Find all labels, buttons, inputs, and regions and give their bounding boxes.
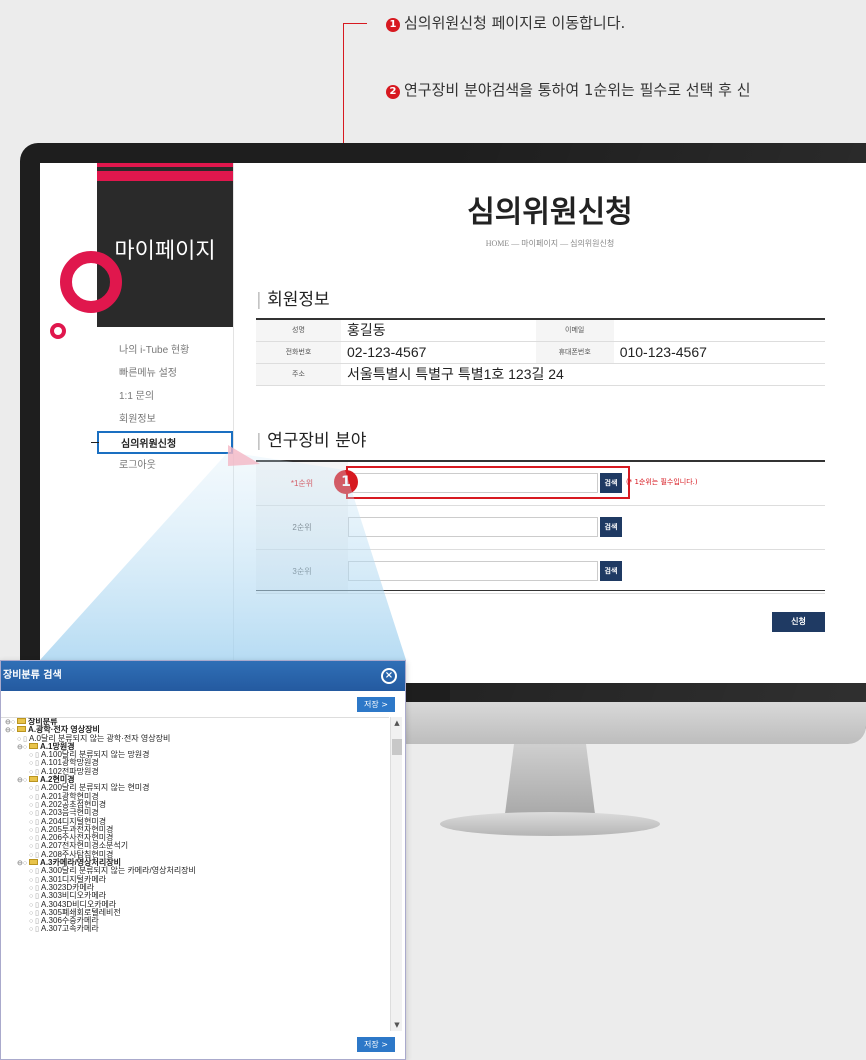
divider — [256, 590, 825, 591]
radio-icon[interactable]: ○ ▯ — [29, 827, 41, 834]
annotation-leader-tick — [343, 23, 367, 24]
sidebar-item-inquiry[interactable]: 1:1 문의 — [97, 385, 233, 408]
folder-icon — [17, 718, 27, 724]
monitor-base — [440, 812, 660, 836]
mypage-banner: 마이페이지 — [97, 163, 233, 327]
decorative-ring-small-icon — [50, 323, 66, 339]
address-label: 주소 — [256, 363, 341, 386]
mypage-title: 마이페이지 — [114, 239, 216, 264]
priority-row-2: 2순위 검색 — [256, 506, 825, 550]
radio-icon[interactable]: ○ ▯ — [29, 835, 41, 842]
close-icon[interactable]: × — [381, 668, 397, 684]
popup-title: 장비분류 검색 — [3, 670, 62, 681]
folder-toggle-icon[interactable]: ⊖○ — [5, 727, 17, 734]
breadcrumb: HOME — 마이페이지 — 심의위원신청 — [485, 239, 615, 248]
email-label: 이메일 — [535, 319, 614, 342]
sidebar-item-logout[interactable]: 로그아웃 — [97, 454, 233, 477]
radio-icon[interactable]: ○ ▯ — [29, 926, 41, 933]
folder-icon — [29, 742, 39, 749]
table-row: 주소 서울특별시 특별구 특별1호 123길 24 — [256, 363, 825, 386]
priority-2-label: 2순위 — [256, 506, 348, 549]
radio-icon[interactable]: ○ ▯ — [29, 918, 41, 925]
radio-icon[interactable]: ○ ▯ — [29, 819, 41, 826]
tree-leaf-item[interactable]: ○ ▯ A.307고속카메라 — [1, 924, 389, 934]
section-title-member: 회원정보 — [256, 285, 330, 310]
step-marker-badge: 1 — [334, 470, 358, 494]
sidebar-menu: 나의 i-Tube 현황 빠른메뉴 설정 1:1 문의 회원정보 심의위원신청 … — [91, 339, 233, 477]
highlight-box — [346, 466, 630, 499]
sidebar-item-itube-status[interactable]: 나의 i-Tube 현황 — [97, 339, 233, 362]
name-label: 성명 — [256, 319, 341, 342]
table-row: 전화번호 02-123-4567 휴대폰번호 010-123-4567 — [256, 341, 825, 364]
decorative-ring-icon — [60, 251, 122, 313]
scroll-thumb[interactable] — [392, 739, 402, 755]
radio-icon[interactable]: ○ ▯ — [29, 893, 41, 900]
sidebar-item-member-info[interactable]: 회원정보 — [97, 408, 233, 431]
folder-icon — [17, 726, 27, 733]
radio-icon[interactable]: ○ ▯ — [29, 910, 41, 917]
radio-icon[interactable]: ○ ▯ — [29, 810, 41, 817]
instruction-text: 심의위원신청 페이지로 이동합니다. — [404, 14, 626, 32]
priority-2-input[interactable] — [348, 517, 598, 537]
radio-icon[interactable]: ○ ▯ — [29, 752, 41, 759]
sidebar-item-committee-apply[interactable]: 심의위원신청 — [91, 431, 233, 454]
folder-toggle-icon[interactable]: ⊖○ — [5, 719, 17, 726]
category-tree: ⊖○ 장비분류 ⊖○ A.광학·전자 영상장비 ○ ▯ A.0달리 분류되지 않는 … — [1, 717, 389, 1031]
phone-label: 전화번호 — [256, 341, 341, 364]
folder-toggle-icon[interactable]: ⊖○ — [17, 860, 29, 867]
equipment-category-popup: 장비분류 검색 × 저장 > ⊖○ 장비분류 ⊖○ A.광학·전자 영상장비 ○ ▯… — [0, 660, 406, 1060]
radio-icon[interactable]: ○ ▯ — [29, 843, 41, 850]
priority-2-search-button[interactable]: 검색 — [600, 517, 622, 537]
popup-header: 장비분류 검색 × — [1, 661, 405, 691]
apply-button[interactable]: 신청 — [772, 612, 825, 632]
radio-icon[interactable]: ○ ▯ — [29, 760, 41, 767]
folder-icon — [29, 859, 39, 866]
required-note: (* 1순위는 필수입니다.) — [626, 478, 698, 486]
instruction-step-1: 1 심의위원신청 페이지로 이동합니다. — [386, 12, 625, 33]
step-number-badge: 1 — [386, 18, 400, 32]
sidebar-item-quick-menu[interactable]: 빠른메뉴 설정 — [97, 362, 233, 385]
scrollbar[interactable]: ▲ ▼ — [390, 717, 402, 1031]
phone-value: 02-123-4567 — [341, 341, 536, 364]
save-button-bottom[interactable]: 저장 > — [357, 1037, 395, 1052]
step-number-badge: 2 — [386, 85, 400, 99]
table-row: 성명 홍길동 이메일 — [256, 319, 825, 342]
priority-3-label: 3순위 — [256, 550, 348, 593]
address-value: 서울특별시 특별구 특별1호 123길 24 — [341, 363, 825, 386]
priority-3-input[interactable] — [348, 561, 598, 581]
radio-icon[interactable]: ○ ▯ — [29, 785, 41, 792]
tree-item-label: A.307고속카메라 — [40, 924, 99, 934]
radio-icon[interactable]: ○ ▯ — [29, 885, 41, 892]
name-value: 홍길동 — [341, 319, 536, 342]
mobile-value: 010-123-4567 — [613, 341, 825, 364]
folder-toggle-icon[interactable]: ⊖○ — [17, 777, 29, 784]
scroll-up-icon[interactable]: ▲ — [391, 719, 403, 727]
radio-icon[interactable]: ○ ▯ — [29, 902, 41, 909]
instruction-text: 연구장비 분야검색을 통하여 1순위는 필수로 선택 후 신 — [404, 81, 751, 99]
screen: 마이페이지 나의 i-Tube 현황 빠른메뉴 설정 1:1 문의 회원정보 심… — [40, 163, 866, 683]
radio-icon[interactable]: ○ ▯ — [29, 868, 41, 875]
page-title: 심의위원신청 — [467, 195, 633, 230]
instruction-step-2: 2 연구장비 분야검색을 통하여 1순위는 필수로 선택 후 신 — [386, 79, 751, 100]
mobile-label: 휴대폰번호 — [535, 341, 614, 364]
radio-icon[interactable]: ○ ▯ — [29, 794, 41, 801]
folder-toggle-icon[interactable]: ⊖○ — [17, 744, 29, 751]
radio-icon[interactable]: ○ ▯ — [29, 802, 41, 809]
email-value — [613, 319, 825, 342]
member-info-table: 성명 홍길동 이메일 전화번호 02-123-4567 휴대폰번호 010-12… — [256, 318, 825, 386]
section-title-equipment: 연구장비 분야 — [256, 426, 366, 451]
folder-icon — [29, 776, 39, 783]
priority-row-3: 3순위 검색 — [256, 550, 825, 594]
save-button-top[interactable]: 저장 > — [357, 697, 395, 712]
monitor-stand — [505, 744, 595, 814]
priority-3-search-button[interactable]: 검색 — [600, 561, 622, 581]
radio-icon[interactable]: ○ ▯ — [17, 736, 29, 743]
radio-icon[interactable]: ○ ▯ — [29, 877, 41, 884]
scroll-down-icon[interactable]: ▼ — [391, 1021, 403, 1029]
